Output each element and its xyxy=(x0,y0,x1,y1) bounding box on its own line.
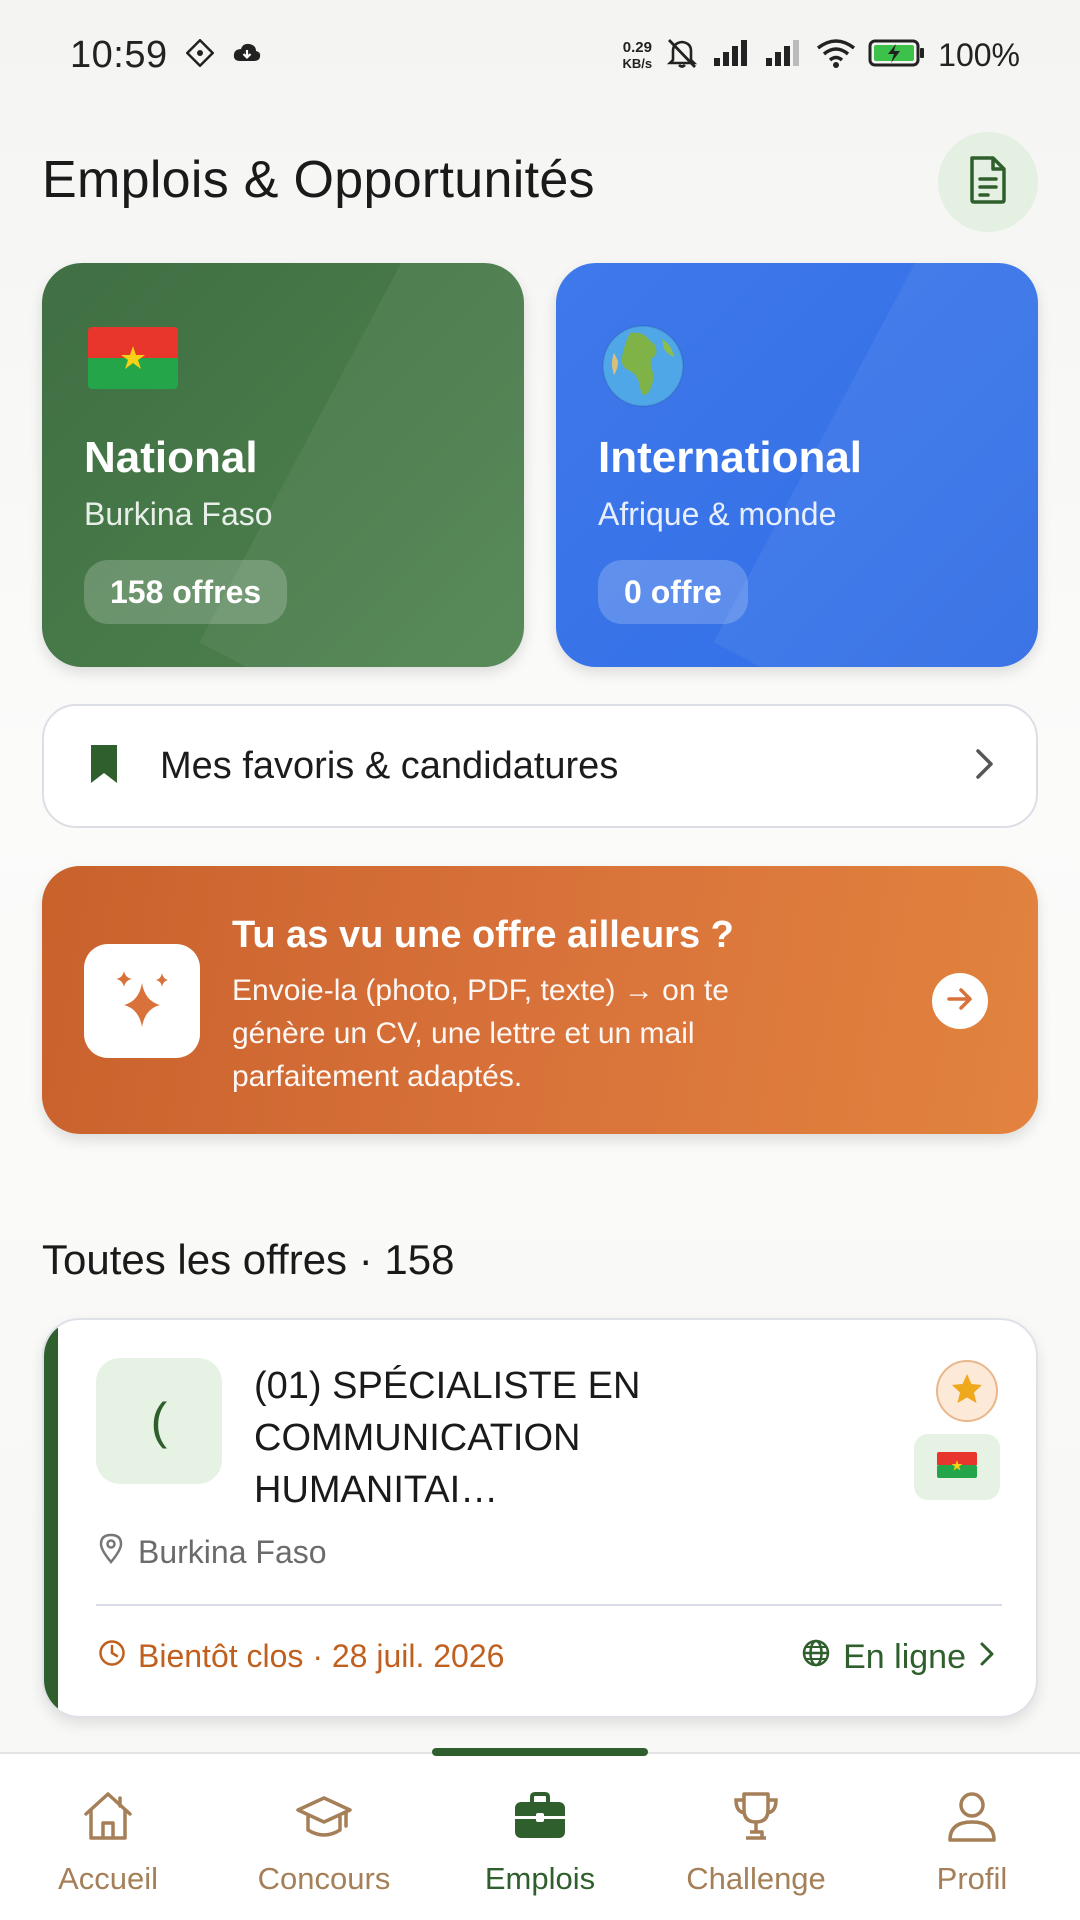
promo-arrow-button[interactable] xyxy=(932,973,988,1029)
arrow-right-icon xyxy=(944,983,976,1020)
nav-label-accueil: Accueil xyxy=(58,1861,158,1896)
job-location: Burkina Faso xyxy=(98,1532,327,1572)
job-deadline: Bientôt clos · 28 juil. 2026 xyxy=(98,1638,504,1675)
signal-icon xyxy=(712,38,752,73)
job-country-badge xyxy=(914,1434,1000,1500)
location-pin-icon xyxy=(98,1532,124,1572)
national-title: National xyxy=(84,433,258,482)
job-location-text: Burkina Faso xyxy=(138,1533,327,1570)
nav-item-profil[interactable]: Profil xyxy=(864,1754,1080,1920)
promo-icon-box xyxy=(84,944,200,1058)
job-title: (01) SPÉCIALISTE EN COMMUNICATION HUMANI… xyxy=(254,1365,641,1511)
job-deadline-text: Bientôt clos · 28 juil. 2026 xyxy=(138,1638,505,1674)
burkina-flag-icon xyxy=(936,1450,978,1485)
clock-icon xyxy=(98,1638,126,1675)
nav-item-accueil[interactable]: Accueil xyxy=(0,1754,216,1920)
international-title: International xyxy=(598,433,863,482)
international-offers-badge: 0 offre xyxy=(598,560,748,624)
national-card[interactable]: National Burkina Faso 158 offres xyxy=(42,263,524,667)
briefcase-icon xyxy=(510,1786,570,1851)
nav-item-concours[interactable]: Concours xyxy=(216,1754,432,1920)
cloud-download-icon xyxy=(232,41,262,70)
nav-label-challenge: Challenge xyxy=(686,1861,826,1896)
nav-item-emplois[interactable]: Emplois xyxy=(432,1754,648,1920)
status-bar: 10:59 0.29 KB/s 100% xyxy=(0,0,1080,110)
status-time: 10:59 xyxy=(70,33,168,76)
trophy-icon xyxy=(726,1786,786,1851)
page-title: Emplois & Opportunités xyxy=(42,151,595,209)
custom-offer-promo-banner[interactable]: Tu as vu une offre ailleurs ? Envoie-la … xyxy=(42,866,1038,1134)
star-icon xyxy=(950,1372,984,1411)
nav-label-emplois: Emplois xyxy=(484,1861,596,1896)
active-tab-indicator xyxy=(432,1748,648,1756)
national-subtitle: Burkina Faso xyxy=(84,496,273,532)
signal-icon-2 xyxy=(764,38,804,73)
job-apply-mode[interactable]: En ligne xyxy=(801,1638,996,1677)
sparkles-icon xyxy=(110,967,174,1036)
network-speed: 0.29 KB/s xyxy=(622,39,653,71)
battery-charging-icon xyxy=(868,38,926,73)
nav-label-profil: Profil xyxy=(936,1861,1008,1896)
chevron-right-icon xyxy=(978,1638,996,1677)
international-subtitle: Afrique & monde xyxy=(598,496,837,532)
globe-outline-icon xyxy=(801,1638,831,1677)
offers-section-title: Toutes les offres · 158 xyxy=(42,1236,455,1283)
chevron-right-icon xyxy=(974,747,996,786)
international-card[interactable]: International Afrique & monde 0 offre xyxy=(556,263,1038,667)
bottom-navigation: Accueil Concours Emplois Challenge Profi… xyxy=(0,1748,1080,1920)
favorite-star-button[interactable] xyxy=(936,1360,998,1422)
bookmark-icon xyxy=(88,743,120,790)
job-card[interactable]: ( (01) SPÉCIALISTE EN COMMUNICATION HUMA… xyxy=(42,1318,1038,1718)
favorites-label: Mes favoris & candidatures xyxy=(160,744,619,787)
graduation-cap-icon xyxy=(294,1786,354,1851)
notification-app-icon xyxy=(185,38,215,72)
home-icon xyxy=(78,1786,138,1851)
promo-title: Tu as vu une offre ailleurs ? xyxy=(232,914,734,956)
document-icon xyxy=(966,155,1010,210)
job-mode-text: En ligne xyxy=(843,1638,966,1676)
nav-label-concours: Concours xyxy=(257,1861,391,1896)
job-company-logo: ( xyxy=(96,1358,222,1484)
job-divider xyxy=(96,1604,1002,1606)
bell-muted-icon xyxy=(664,36,700,75)
cv-document-button[interactable] xyxy=(938,132,1038,232)
burkina-flag-icon xyxy=(86,323,180,398)
battery-percent: 100% xyxy=(938,36,1020,73)
globe-icon xyxy=(600,323,686,414)
wifi-icon xyxy=(816,38,856,73)
promo-text: Envoie-la (photo, PDF, texte) → on te gé… xyxy=(232,974,729,1093)
user-icon xyxy=(942,1786,1002,1851)
national-offers-badge: 158 offres xyxy=(84,560,288,624)
nav-item-challenge[interactable]: Challenge xyxy=(648,1754,864,1920)
job-card-accent xyxy=(44,1320,58,1716)
favorites-and-applications-row[interactable]: Mes favoris & candidatures xyxy=(42,704,1038,828)
